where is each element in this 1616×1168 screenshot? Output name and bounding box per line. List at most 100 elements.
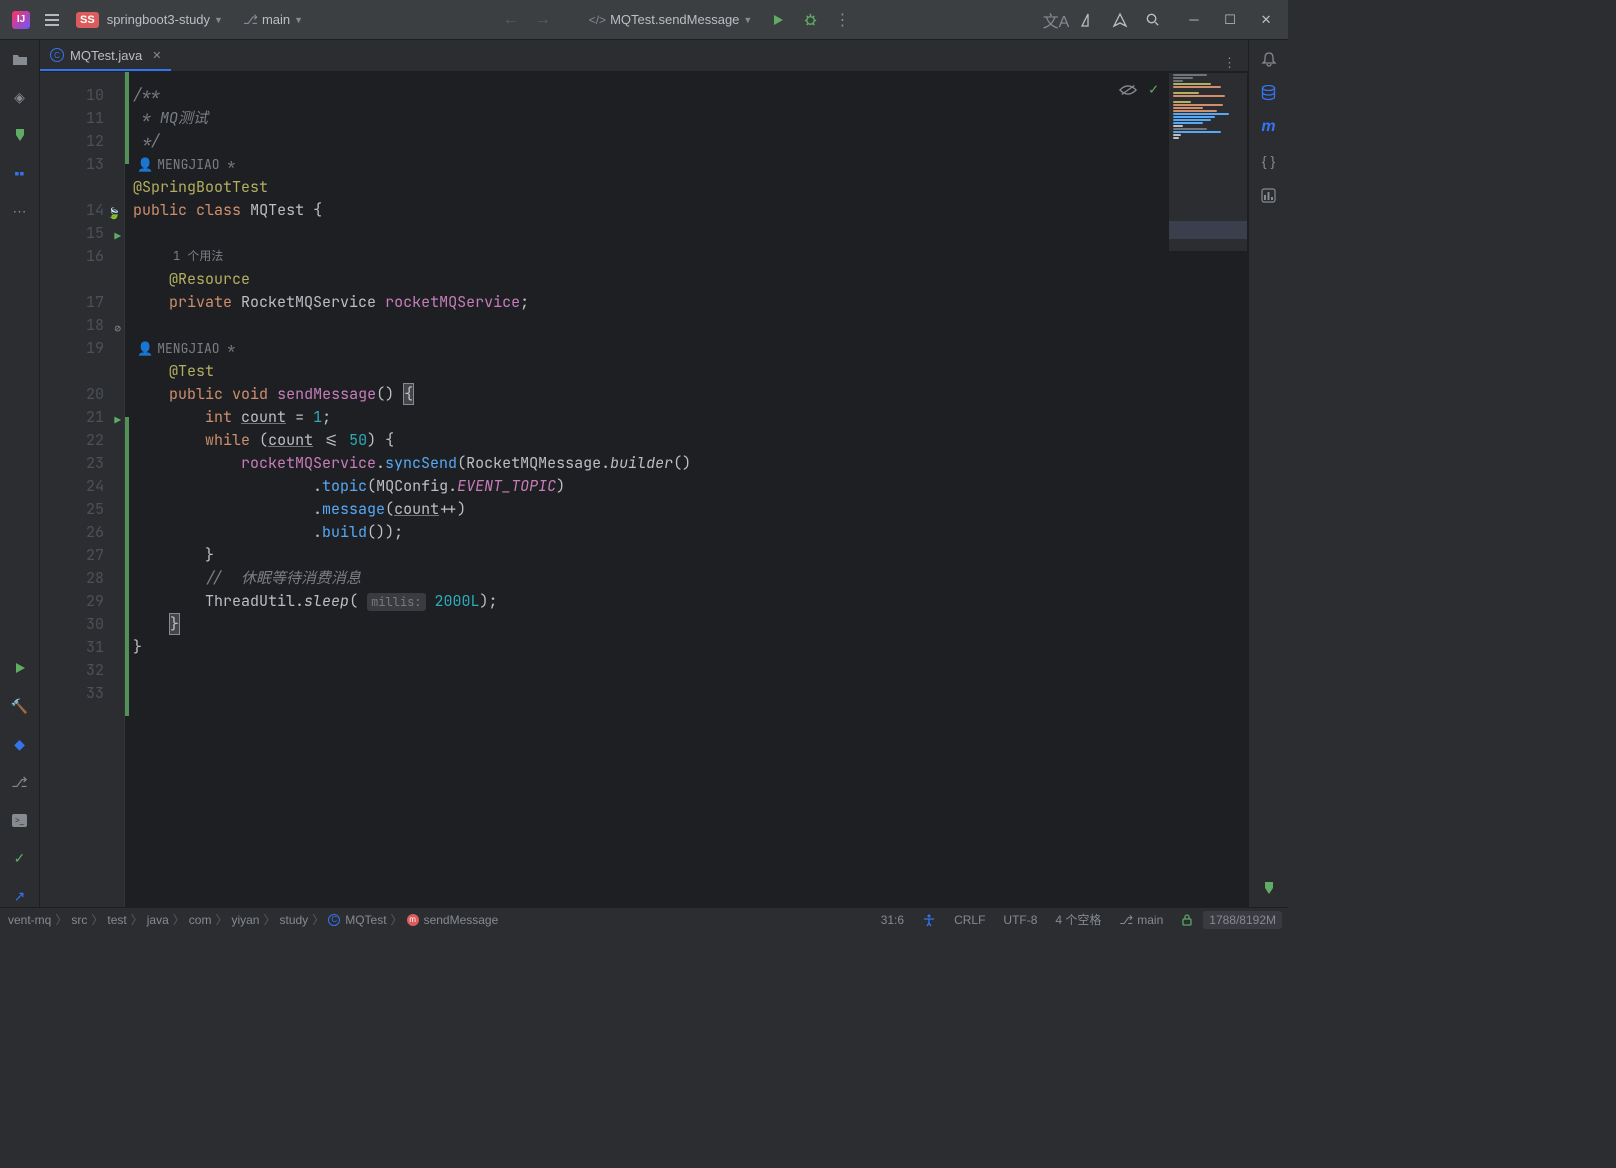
line-number[interactable]: 12 — [40, 130, 104, 153]
line-number[interactable]: 26 — [40, 521, 104, 544]
breadcrumb-item[interactable]: msendMessage — [405, 913, 501, 927]
line-number[interactable]: 27 — [40, 544, 104, 567]
line-number[interactable]: 11 — [40, 107, 104, 130]
send-icon[interactable] — [1106, 6, 1134, 34]
line-number[interactable]: 29 — [40, 590, 104, 613]
comment: * MQ测试 — [133, 108, 208, 128]
app-icon: IJ — [12, 11, 30, 29]
terminal-tool-icon[interactable]: >_ — [9, 809, 31, 831]
line-number[interactable]: 24 — [40, 475, 104, 498]
line-number[interactable] — [40, 268, 104, 291]
main-menu-button[interactable] — [40, 8, 64, 32]
more-actions-button[interactable]: ⋮ — [828, 6, 856, 34]
jrebel-icon[interactable] — [9, 124, 31, 146]
breadcrumb-item[interactable]: study — [278, 913, 311, 927]
bookmarks-tool-icon[interactable]: ◆ — [9, 733, 31, 755]
line-number[interactable]: 25 — [40, 498, 104, 521]
gutter-run-icon[interactable]: ▶ — [107, 226, 121, 240]
vcs-tool-icon[interactable]: ↗ — [9, 885, 31, 907]
debug-button[interactable] — [796, 6, 824, 34]
line-number[interactable]: 19 — [40, 337, 104, 360]
line-number[interactable] — [40, 360, 104, 383]
code-with-me-icon[interactable] — [1074, 6, 1102, 34]
java-class-icon: C — [50, 48, 64, 62]
cursor-position[interactable]: 31:6 — [873, 913, 912, 927]
line-number[interactable]: 33 — [40, 682, 104, 705]
endpoints-tool-icon[interactable]: { } — [1258, 150, 1280, 172]
project-tool-icon[interactable] — [9, 48, 31, 70]
gutter-run-icon[interactable]: ⊘ — [107, 318, 121, 332]
code-content[interactable]: /** * MQ测试 */ 👤 MENGJIAO * @SpringBootTe… — [125, 72, 1248, 907]
notifications-icon[interactable] — [1258, 48, 1280, 70]
line-number[interactable]: 10 — [40, 84, 104, 107]
gutter-run-icon[interactable]: 🍃 — [107, 203, 121, 217]
structure-tool-icon[interactable]: ▪▪ — [9, 162, 31, 184]
project-selector[interactable]: SS springboot3-study ▼ — [68, 8, 231, 32]
line-separator[interactable]: CRLF — [946, 913, 993, 927]
close-tab-icon[interactable]: ✕ — [152, 49, 161, 62]
reader-mode-icon[interactable] — [1119, 83, 1137, 97]
line-number[interactable]: 15▶ — [40, 222, 104, 245]
maven-tool-icon[interactable]: m — [1258, 116, 1280, 138]
breadcrumb-item[interactable]: CMQTest — [326, 913, 388, 927]
line-number[interactable]: 23 — [40, 452, 104, 475]
database-tool-icon[interactable] — [1258, 82, 1280, 104]
inspection-widget[interactable]: ✓ — [1119, 78, 1158, 101]
build-tool-icon[interactable]: 🔨 — [9, 695, 31, 717]
translate-icon[interactable]: 文A — [1042, 6, 1070, 34]
line-number[interactable]: 30 — [40, 613, 104, 636]
jrebel-corner-icon[interactable] — [1258, 877, 1280, 899]
lock-icon[interactable] — [1173, 913, 1201, 926]
more-tool-icon[interactable]: ⋯ — [9, 200, 31, 222]
minimize-button[interactable]: ─ — [1178, 6, 1210, 34]
file-encoding[interactable]: UTF-8 — [995, 913, 1045, 927]
search-everywhere-icon[interactable] — [1138, 6, 1166, 34]
line-number[interactable]: 28 — [40, 567, 104, 590]
line-number[interactable] — [40, 176, 104, 199]
breadcrumb-item[interactable]: vent-mq — [6, 913, 53, 927]
breadcrumb-item[interactable]: src — [69, 913, 89, 927]
git-tool-icon[interactable]: ⎇ — [9, 771, 31, 793]
breadcrumb-item[interactable]: com — [187, 913, 214, 927]
line-gutter[interactable]: 10111213 14🍃15▶16 1718⊘19 2021▶222324252627… — [40, 72, 125, 907]
accessibility-icon[interactable] — [914, 913, 944, 927]
memory-indicator[interactable]: 1788/8192M — [1203, 911, 1282, 929]
nav-back-button[interactable]: ← — [497, 6, 525, 34]
line-number[interactable]: 13 — [40, 153, 104, 176]
breadcrumb-item[interactable]: yiyan — [229, 913, 261, 927]
line-number[interactable]: 22 — [40, 429, 104, 452]
line-number[interactable]: 31 — [40, 636, 104, 659]
line-number[interactable]: 14🍃 — [40, 199, 104, 222]
line-number[interactable]: 32 — [40, 659, 104, 682]
run-config-selector[interactable]: </> MQTest.sendMessage ▼ — [581, 8, 761, 31]
titlebar: IJ SS springboot3-study ▼ ⎇ main ▼ ← → <… — [0, 0, 1288, 40]
line-number[interactable]: 20 — [40, 383, 104, 406]
editor-body[interactable]: ✓ 10111213 14🍃15▶16 1718⊘19 2021▶2223242526… — [40, 72, 1248, 907]
gutter-run-icon[interactable]: ▶ — [107, 410, 121, 424]
nav-forward-button[interactable]: → — [529, 6, 557, 34]
indent-setting[interactable]: 4 个空格 — [1047, 911, 1109, 928]
breadcrumb-item[interactable]: test — [105, 913, 128, 927]
commit-tool-icon[interactable]: ◈ — [9, 86, 31, 108]
line-number[interactable]: 16 — [40, 245, 104, 268]
tab-mqtest[interactable]: C MQTest.java ✕ — [40, 41, 171, 71]
breadcrumb-item[interactable]: java — [145, 913, 171, 927]
branch-selector[interactable]: ⎇ main ▼ — [235, 8, 311, 32]
run-tool-icon[interactable] — [9, 657, 31, 679]
param-hint: millis: — [367, 593, 425, 611]
line-number[interactable]: 21▶ — [40, 406, 104, 429]
close-button[interactable]: ✕ — [1250, 6, 1282, 34]
breadcrumbs[interactable]: vent-mq〉src〉test〉java〉com〉yiyan〉study〉CM… — [6, 911, 500, 928]
problems-tool-icon[interactable]: ✓ — [9, 847, 31, 869]
minimap[interactable] — [1168, 72, 1248, 252]
usages-inlay[interactable]: 1 个用法 — [133, 245, 1248, 268]
no-problems-icon[interactable]: ✓ — [1149, 78, 1158, 101]
line-number[interactable]: 18⊘ — [40, 314, 104, 337]
line-number[interactable]: 17 — [40, 291, 104, 314]
git-branch-status[interactable]: ⎇ main — [1111, 913, 1171, 927]
run-button[interactable] — [764, 6, 792, 34]
tab-more-button[interactable]: ⋮ — [1211, 55, 1248, 71]
maximize-button[interactable]: ☐ — [1214, 6, 1246, 34]
coverage-tool-icon[interactable] — [1258, 184, 1280, 206]
svg-text:>_: >_ — [15, 816, 25, 825]
